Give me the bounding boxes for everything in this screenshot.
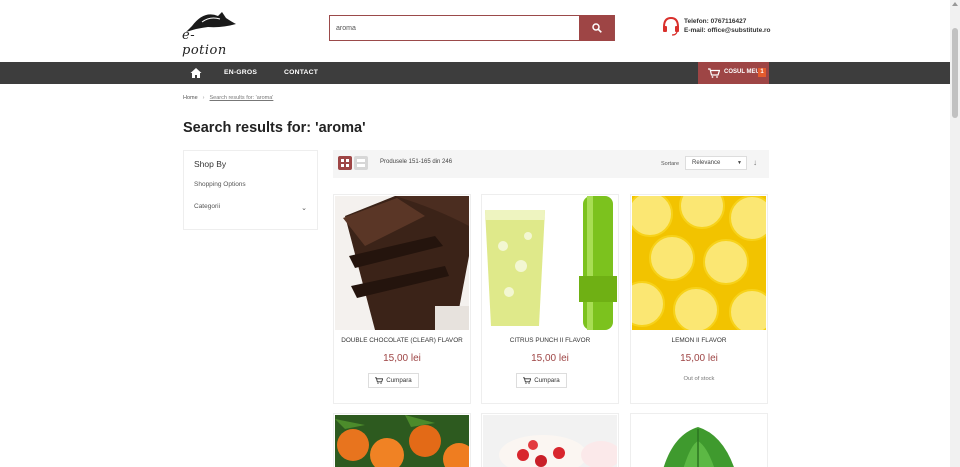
products-toolbar: Produsele 151-165 din 246 Sortare Releva…	[333, 150, 769, 178]
contact-phone: Telefon: 0767116427	[684, 18, 747, 25]
search-input[interactable]	[330, 16, 580, 40]
search-icon	[591, 23, 602, 33]
chevron-down-icon[interactable]: ⌄	[301, 204, 307, 212]
breadcrumb-separator: ›	[202, 95, 205, 101]
breadcrumb-home[interactable]: Home	[183, 95, 198, 101]
home-icon[interactable]	[190, 67, 202, 79]
sort-label: Sortare	[661, 161, 680, 167]
logo-text: e-potion	[182, 28, 227, 58]
cart-icon	[523, 377, 532, 384]
breadcrumb: Home › Search results for: 'aroma'	[183, 95, 273, 101]
product-image[interactable]	[483, 415, 617, 467]
product-image[interactable]	[335, 415, 469, 467]
headset-icon	[663, 16, 679, 36]
scroll-up-arrow[interactable]	[952, 2, 958, 6]
search-button[interactable]	[579, 15, 614, 41]
product-image[interactable]	[483, 196, 617, 330]
product-card[interactable]	[481, 413, 619, 467]
header: e-potion Telefon: 0767116427 E-mail: off…	[0, 0, 950, 62]
add-to-cart-button[interactable]: Cumpara	[516, 373, 567, 388]
nav-item-en-gros[interactable]: EN-GROS	[224, 69, 257, 76]
cart-label: COSUL MEU	[724, 69, 760, 75]
product-card[interactable]: CITRUS PUNCH II FLAVOR 15,00 lei Cumpara	[481, 194, 619, 404]
product-image[interactable]	[632, 415, 766, 467]
product-price: 15,00 lei	[531, 353, 569, 364]
page-title: Search results for: 'aroma'	[183, 120, 366, 136]
breadcrumb-current[interactable]: Search results for: 'aroma'	[210, 95, 274, 101]
main-nav: EN-GROS CONTACT COSUL MEU 1	[0, 62, 950, 84]
list-view-icon[interactable]	[354, 156, 368, 170]
shopping-options-label: Shopping Options	[194, 181, 246, 188]
contact-email[interactable]: E-mail: office@substitute.ro	[684, 26, 771, 35]
product-image[interactable]	[335, 196, 469, 330]
add-to-cart-label: Cumpara	[534, 377, 560, 384]
search-bar	[329, 15, 615, 41]
stock-status: Out of stock	[683, 376, 715, 382]
sort-select-value: Relevance	[692, 160, 721, 166]
product-card[interactable]: LEMON II FLAVOR 15,00 lei Out of stock	[630, 194, 768, 404]
product-price: 15,00 lei	[383, 353, 421, 364]
product-price: 15,00 lei	[680, 353, 718, 364]
grid-view-icon[interactable]	[338, 156, 352, 170]
cart-button[interactable]: COSUL MEU 1	[698, 62, 769, 84]
logo[interactable]: e-potion	[182, 6, 238, 58]
sidebar-filters: Shop By Shopping Options Categorii ⌄	[183, 150, 318, 230]
page-scrollbar[interactable]	[950, 0, 960, 467]
add-to-cart-button[interactable]: Cumpara	[368, 373, 419, 388]
product-name[interactable]: DOUBLE CHOCOLATE (CLEAR) FLAVOR	[334, 337, 470, 344]
sort-direction-icon[interactable]: ↓	[753, 158, 757, 167]
product-image[interactable]	[632, 196, 766, 330]
products-count: Produsele 151-165 din 246	[380, 159, 453, 165]
filter-categorii[interactable]: Categorii	[194, 203, 220, 210]
nav-item-contact[interactable]: CONTACT	[284, 69, 318, 76]
add-to-cart-label: Cumpara	[386, 377, 412, 384]
scroll-thumb[interactable]	[952, 28, 958, 118]
product-card[interactable]: DOUBLE CHOCOLATE (CLEAR) FLAVOR 15,00 le…	[333, 194, 471, 404]
cart-icon	[375, 377, 384, 384]
page: e-potion Telefon: 0767116427 E-mail: off…	[0, 0, 960, 467]
product-name[interactable]: LEMON II FLAVOR	[631, 337, 767, 344]
product-card[interactable]	[333, 413, 471, 467]
product-card[interactable]	[630, 413, 768, 467]
shop-by-heading: Shop By	[194, 159, 227, 169]
sort-select[interactable]: Relevance ▼	[685, 156, 747, 170]
cart-count-badge: 1	[758, 68, 766, 77]
product-name[interactable]: CITRUS PUNCH II FLAVOR	[482, 337, 618, 344]
chevron-down-icon: ▼	[737, 160, 742, 166]
cart-icon	[708, 68, 720, 78]
